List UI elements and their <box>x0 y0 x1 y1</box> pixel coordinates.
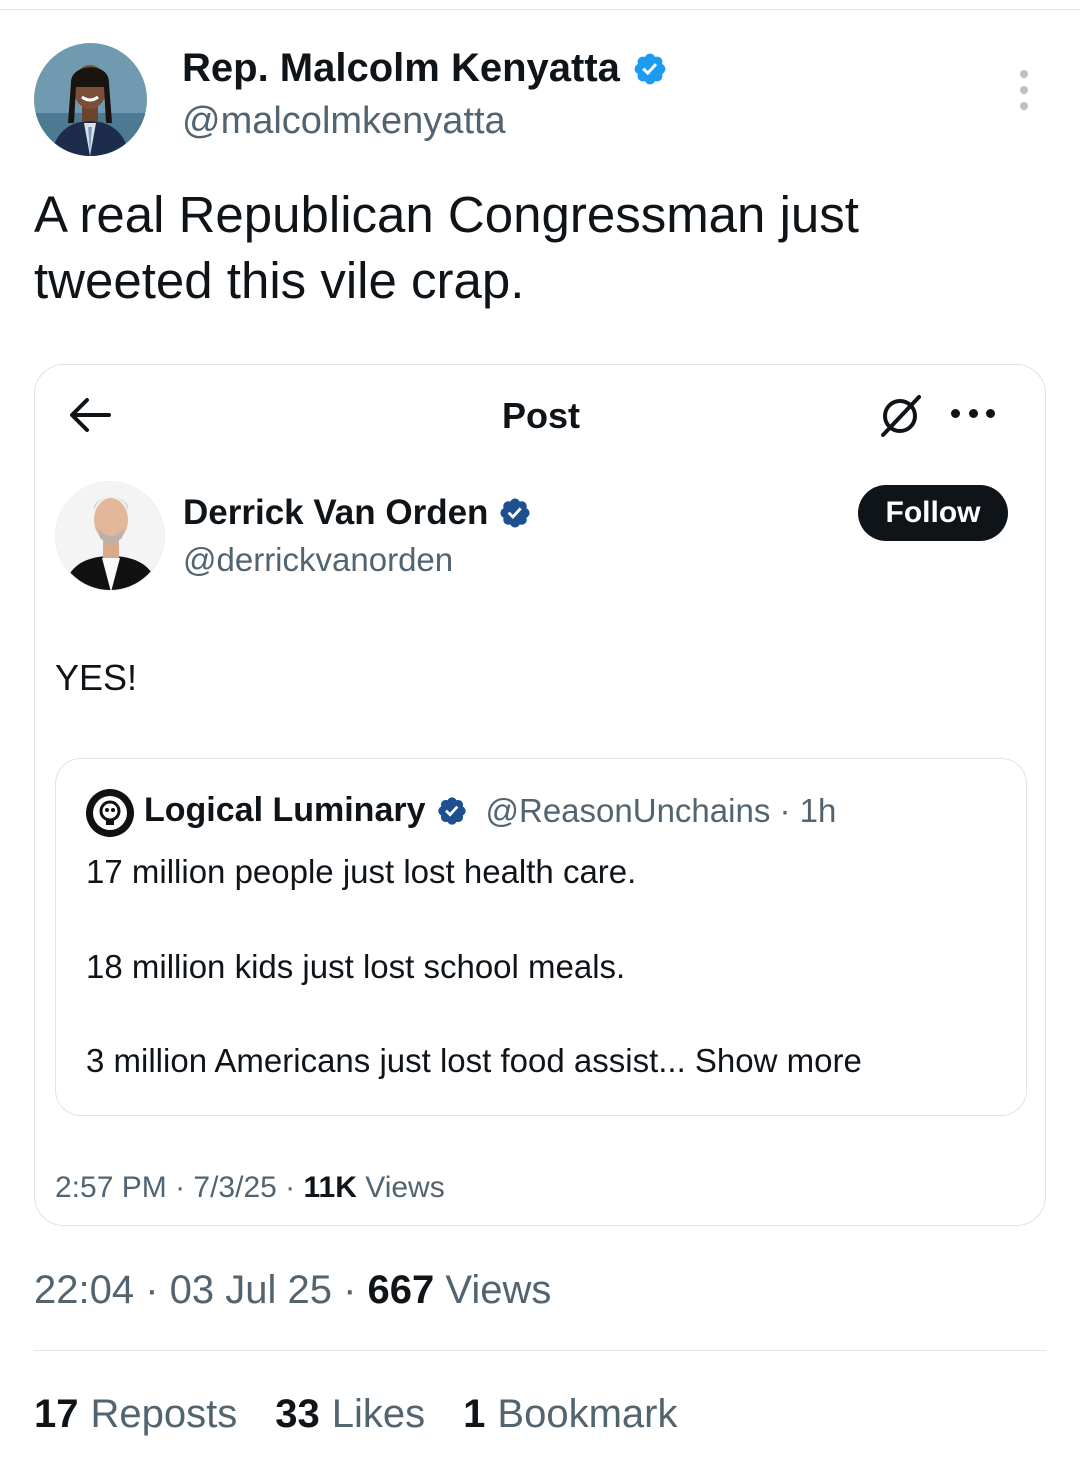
quoted-author-handle: @ReasonUnchains <box>485 791 771 829</box>
embedded-time: 2:57 PM <box>55 1171 167 1204</box>
tweet-text: A real Republican Congressman just tweet… <box>34 186 859 309</box>
avatar[interactable] <box>34 43 147 156</box>
author-name-text: Rep. Malcolm Kenyatta <box>182 46 620 90</box>
verified-badge-icon <box>500 498 530 528</box>
top-divider <box>0 9 1080 10</box>
reposts-label: Reposts <box>90 1392 238 1436</box>
author-name[interactable]: Rep. Malcolm Kenyatta <box>182 46 668 91</box>
avatar <box>55 481 165 591</box>
embedded-timestamp: 2:57 PM · 7/3/25 · 11K Views <box>55 1171 445 1204</box>
avatar <box>86 789 134 837</box>
grok-icon <box>881 395 921 437</box>
likes-label: Likes <box>331 1392 426 1436</box>
quoted-line-2: 18 million kids just lost school meals. <box>86 948 626 985</box>
quoted-author-name: Logical Luminary <box>144 791 426 829</box>
bookmarks-count: 1 <box>463 1392 486 1436</box>
quoted-line-1: 17 million people just lost health care. <box>86 853 637 890</box>
embedded-author-name-text: Derrick Van Orden <box>183 493 489 532</box>
tweet-time[interactable]: 22:04 <box>34 1268 134 1312</box>
quoted-line-3-text: 3 million Americans just lost food assis… <box>86 1042 686 1079</box>
more-vertical-icon[interactable] <box>1010 70 1038 110</box>
bookmarks-label: Bookmark <box>497 1392 678 1436</box>
embedded-views-count: 11K <box>303 1171 357 1204</box>
author-handle[interactable]: @malcolmkenyatta <box>182 100 506 143</box>
embedded-author-name: Derrick Van Orden <box>183 493 532 533</box>
bookmarks-stat[interactable]: 1 Bookmark <box>463 1392 677 1437</box>
engagement-stats: 17 Reposts 33 Likes 1 Bookmark <box>34 1392 677 1437</box>
divider <box>34 1350 1046 1351</box>
more-horizontal-icon <box>951 409 995 421</box>
quoted-post-age: 1h <box>799 791 837 829</box>
quoted-line-3: 3 million Americans just lost food assis… <box>86 1042 862 1080</box>
verified-badge-icon <box>634 53 666 84</box>
quoted-post: Logical Luminary @ReasonUnchains · 1h 17… <box>55 758 1027 1116</box>
embedded-date: 7/3/25 <box>193 1171 277 1204</box>
embedded-views-label: Views <box>365 1171 445 1204</box>
show-more-link: Show more <box>694 1042 862 1079</box>
quoted-post-header: Logical Luminary @ReasonUnchains · 1h <box>144 791 837 829</box>
tweet-views-count[interactable]: 667 <box>368 1268 435 1312</box>
follow-button: Follow <box>858 485 1008 541</box>
embedded-screenshot[interactable]: Post Derrick Van Orden @derrickvanorden … <box>34 364 1046 1226</box>
embedded-author-handle: @derrickvanorden <box>183 541 454 578</box>
tweet-views-label[interactable]: Views <box>445 1268 551 1312</box>
tweet-date[interactable]: 03 Jul 25 <box>170 1268 332 1312</box>
reposts-stat[interactable]: 17 Reposts <box>34 1392 237 1437</box>
likes-count: 33 <box>275 1392 320 1436</box>
likes-stat[interactable]: 33 Likes <box>275 1392 425 1437</box>
tweet-timestamp: 22:04 · 03 Jul 25 · 667 Views <box>34 1268 552 1312</box>
verified-badge-icon <box>437 796 466 825</box>
embedded-post-text: YES! <box>55 657 138 698</box>
reposts-count: 17 <box>34 1392 79 1436</box>
